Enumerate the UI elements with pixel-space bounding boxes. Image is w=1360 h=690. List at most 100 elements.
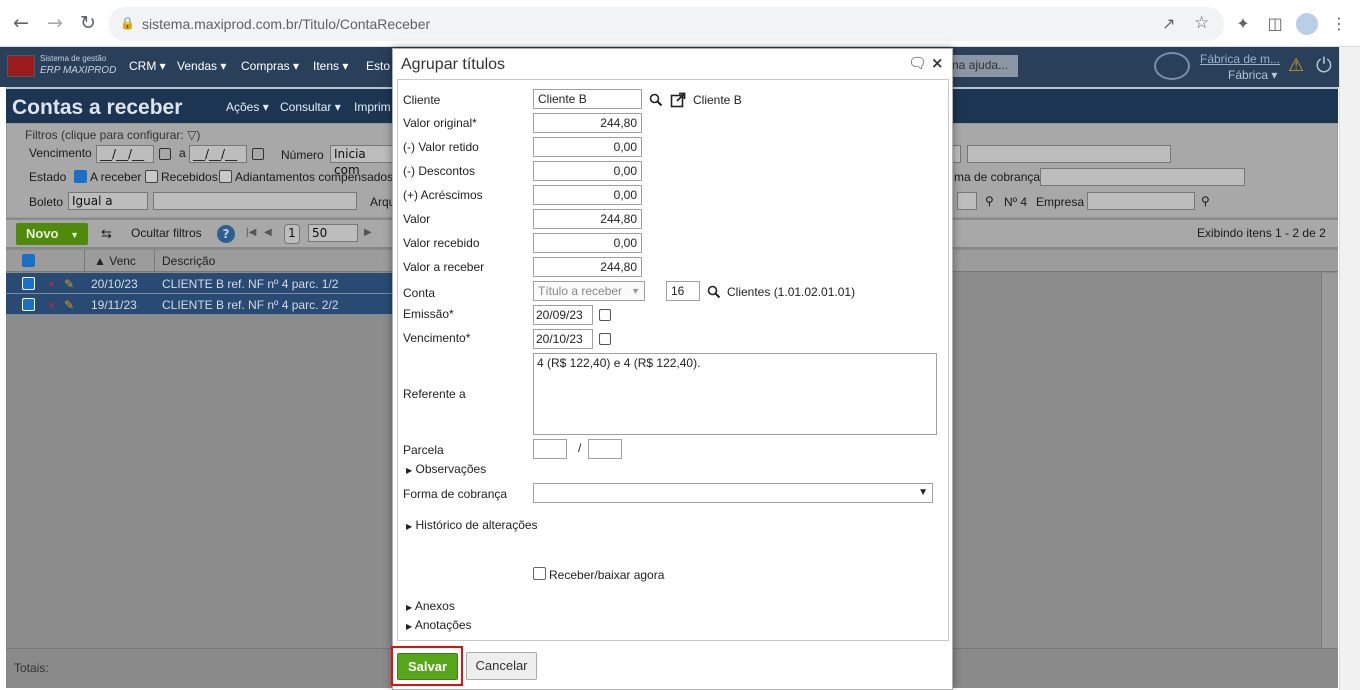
- valor-a-receber-input[interactable]: 244,80: [533, 257, 642, 277]
- next-page-icon[interactable]: ▶: [364, 227, 372, 238]
- page-input[interactable]: 1: [284, 224, 300, 244]
- ocultar-filtros-button[interactable]: Ocultar filtros: [131, 226, 202, 240]
- browser-menu-icon[interactable]: ⋮: [1328, 13, 1350, 35]
- edit-icon[interactable]: ✎: [64, 298, 74, 312]
- boleto-label: Boleto: [29, 195, 64, 209]
- valor-retido-input[interactable]: 0,00: [533, 137, 642, 157]
- page-size-select[interactable]: 50: [308, 224, 358, 242]
- menu-compras[interactable]: Compras ▾: [241, 59, 299, 73]
- parcela-total-input[interactable]: [588, 439, 622, 459]
- filters-legend[interactable]: Filtros (clique para configurar: ▽): [25, 128, 200, 142]
- reload-icon[interactable]: ↻: [77, 12, 99, 34]
- column-descricao[interactable]: Descrição: [162, 254, 215, 268]
- observacoes-toggle[interactable]: ▶ Observações: [406, 462, 486, 476]
- menu-vendas[interactable]: Vendas ▾: [177, 59, 226, 73]
- salvar-button[interactable]: Salvar: [397, 653, 458, 680]
- help-search[interactable]: na ajuda...: [950, 55, 1018, 77]
- warning-icon[interactable]: ⚠: [1288, 55, 1304, 76]
- comment-icon[interactable]: 🗨: [908, 54, 927, 72]
- cliente-input[interactable]: Cliente B: [533, 89, 642, 109]
- vencimento-to-input[interactable]: __/__/__: [189, 145, 247, 163]
- cancelar-button[interactable]: Cancelar: [466, 652, 537, 680]
- vencimento-from-input[interactable]: __/__/__: [96, 145, 154, 163]
- bookmark-star-icon[interactable]: ☆: [1194, 13, 1209, 33]
- search-icon[interactable]: [707, 285, 721, 299]
- prev-page-icon[interactable]: ◀: [264, 227, 272, 238]
- menu-consultar[interactable]: Consultar ▾: [280, 100, 341, 114]
- vencimento-input[interactable]: 20/10/23: [533, 329, 593, 349]
- side-panel-icon[interactable]: ◫: [1264, 13, 1286, 35]
- company-sub[interactable]: Fábrica ▾: [1228, 68, 1277, 82]
- back-icon[interactable]: ←: [10, 12, 32, 34]
- forma-cobranca-select[interactable]: ▼: [533, 483, 933, 503]
- calendar-icon[interactable]: [159, 148, 171, 160]
- table-row[interactable]: × ✎ 19/11/23 CLIENTE B ref. NF nº 4 parc…: [6, 294, 394, 315]
- recebidos-checkbox[interactable]: [145, 170, 158, 183]
- calendar-icon[interactable]: [252, 148, 264, 160]
- boleto-select[interactable]: Igual a: [68, 192, 148, 210]
- menu-crm[interactable]: CRM ▾: [129, 59, 166, 73]
- chat-icon[interactable]: [1154, 52, 1190, 80]
- first-page-icon[interactable]: |◀: [246, 227, 256, 238]
- historico-toggle[interactable]: ▶ Histórico de alterações: [406, 518, 538, 532]
- calendar-icon[interactable]: [599, 333, 611, 345]
- acrescimos-input[interactable]: 0,00: [533, 185, 642, 205]
- empresa-input[interactable]: [1087, 192, 1195, 210]
- select-all-checkbox[interactable]: [22, 254, 35, 267]
- referente-textarea[interactable]: 4 (R$ 122,40) e 4 (R$ 122,40).: [533, 353, 937, 435]
- emissao-input[interactable]: 20/09/23: [533, 305, 593, 325]
- column-venc[interactable]: ▲ Venc: [94, 254, 136, 268]
- agrupar-titulos-dialog: Agrupar títulos 🗨 × Cliente Cliente B Cl…: [391, 48, 953, 690]
- page-scrollbar[interactable]: [1339, 47, 1360, 690]
- recebidos-label: Recebidos: [161, 170, 218, 184]
- filter-input-small[interactable]: [957, 192, 977, 210]
- conta-select[interactable]: Título a receber ▼: [533, 281, 645, 301]
- novo-button[interactable]: Novo ▼: [16, 223, 88, 245]
- menu-imprimir[interactable]: Imprim: [354, 100, 391, 114]
- delete-icon[interactable]: ×: [48, 298, 55, 312]
- anotacoes-toggle[interactable]: ▶ Anotações: [406, 618, 472, 632]
- band-menu-label: Ações: [226, 100, 260, 114]
- parcela-input[interactable]: [533, 439, 567, 459]
- row-checkbox[interactable]: [22, 298, 35, 311]
- extensions-icon[interactable]: ✦: [1232, 13, 1254, 35]
- descontos-input[interactable]: 0,00: [533, 161, 642, 181]
- edit-icon[interactable]: ✎: [64, 277, 74, 291]
- cliente-link[interactable]: Cliente B: [693, 93, 742, 107]
- search-icon[interactable]: [649, 93, 663, 107]
- valor-original-input[interactable]: 244,80: [533, 113, 642, 133]
- forma-cobranca-filter-select[interactable]: [1040, 168, 1245, 186]
- valor-recebido-input[interactable]: 0,00: [533, 233, 642, 253]
- forward-icon[interactable]: →: [44, 12, 66, 34]
- table-row[interactable]: × ✎ 20/10/23 CLIENTE B ref. NF nº 4 parc…: [6, 273, 394, 294]
- company-name[interactable]: Fábrica de m...: [1200, 52, 1280, 66]
- search-icon[interactable]: ⚲: [985, 194, 994, 208]
- delete-icon[interactable]: ×: [48, 277, 55, 291]
- menu-estoque[interactable]: Esto: [366, 59, 390, 73]
- adiantamentos-checkbox[interactable]: [219, 170, 232, 183]
- close-icon[interactable]: ×: [931, 54, 944, 72]
- share-icon[interactable]: ↗: [1162, 14, 1175, 33]
- calendar-icon[interactable]: [599, 309, 611, 321]
- menu-acoes[interactable]: Ações ▾: [226, 100, 269, 114]
- power-icon[interactable]: ⏻: [1316, 53, 1332, 77]
- anexos-toggle[interactable]: ▶ Anexos: [406, 599, 455, 613]
- external-link-icon[interactable]: [670, 92, 686, 108]
- row-checkbox[interactable]: [22, 277, 35, 290]
- profile-avatar[interactable]: [1296, 13, 1318, 35]
- address-bar[interactable]: 🔒 sistema.maxiprod.com.br/Titulo/ContaRe…: [108, 7, 1224, 41]
- grid-scrollbar[interactable]: [1321, 273, 1338, 648]
- filter-input-right[interactable]: [967, 145, 1171, 163]
- receber-baixar-checkbox[interactable]: [533, 567, 546, 580]
- a-label: a: [179, 146, 186, 160]
- refresh-icon[interactable]: ⇆: [101, 226, 112, 242]
- valor-input[interactable]: 244,80: [533, 209, 642, 229]
- conta-number-input[interactable]: 16: [666, 281, 700, 301]
- numero-select[interactable]: Inicia com: [330, 145, 394, 177]
- emissao-label: Emissão*: [403, 307, 454, 321]
- a-receber-checkbox[interactable]: [74, 170, 87, 183]
- menu-itens[interactable]: Itens ▾: [313, 59, 348, 73]
- boleto-input[interactable]: [153, 192, 357, 210]
- search-icon[interactable]: ⚲: [1201, 194, 1210, 208]
- help-icon[interactable]: ?: [217, 225, 235, 243]
